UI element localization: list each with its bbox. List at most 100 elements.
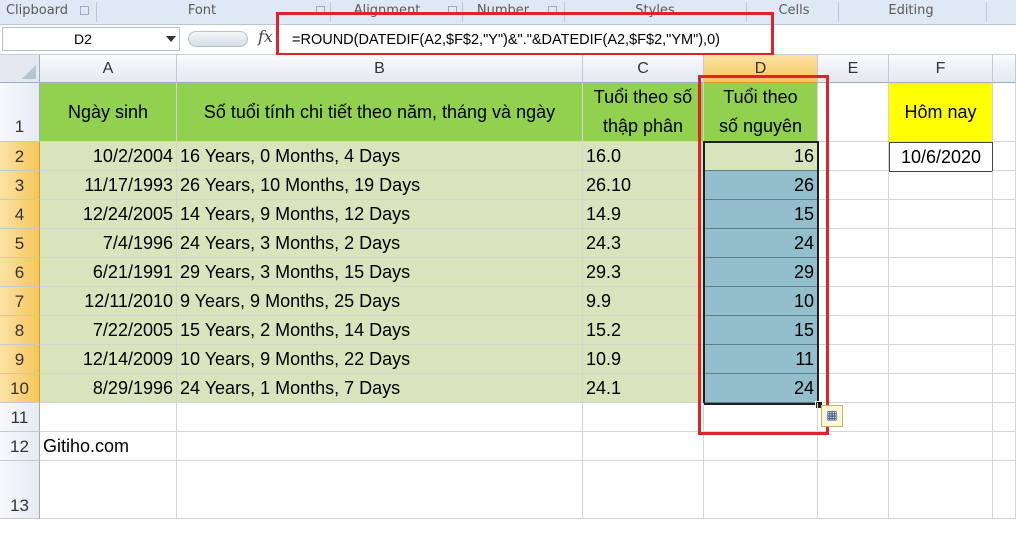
cell-a10[interactable]: 8/29/1996	[40, 374, 177, 403]
paste-options-icon[interactable]: ▦	[821, 405, 843, 427]
cell-b10[interactable]: 24 Years, 1 Months, 7 Days	[177, 374, 583, 403]
row-header-13[interactable]: 13	[0, 461, 40, 519]
cell-a8[interactable]: 7/22/2005	[40, 316, 177, 345]
cell-c9[interactable]: 10.9	[583, 345, 704, 374]
empty-cell[interactable]	[818, 432, 889, 461]
empty-cell[interactable]	[993, 229, 1016, 258]
header-cell-birthdate[interactable]: Ngày sinh	[40, 83, 177, 142]
cell-a4[interactable]: 12/24/2005	[40, 200, 177, 229]
cell-a5[interactable]: 7/4/1996	[40, 229, 177, 258]
row-header-9[interactable]: 9	[0, 345, 40, 374]
empty-cell[interactable]	[889, 432, 993, 461]
cell-b7[interactable]: 9 Years, 9 Months, 25 Days	[177, 287, 583, 316]
cell-a3[interactable]: 11/17/1993	[40, 171, 177, 200]
column-header-a[interactable]: A	[40, 55, 177, 83]
formula-bar-controls: fx	[184, 27, 280, 51]
cell-b6[interactable]: 29 Years, 3 Months, 15 Days	[177, 258, 583, 287]
empty-cell[interactable]	[993, 200, 1016, 229]
header-cell-decimal-age[interactable]: Tuổi theo số thập phân	[583, 83, 704, 142]
header-cell-today[interactable]: Hôm nay	[889, 83, 993, 142]
column-header-f[interactable]: F	[889, 55, 993, 83]
empty-cell[interactable]	[583, 461, 704, 519]
empty-cell[interactable]	[993, 374, 1016, 403]
empty-cell[interactable]	[177, 461, 583, 519]
row-header-4[interactable]: 4	[0, 200, 40, 229]
empty-cell[interactable]	[818, 461, 889, 519]
empty-cell[interactable]	[40, 461, 177, 519]
empty-cell[interactable]	[889, 345, 993, 374]
cell-b9[interactable]: 10 Years, 9 Months, 22 Days	[177, 345, 583, 374]
formula-bar-resize-handle[interactable]	[188, 31, 248, 47]
worksheet-grid[interactable]: A B C D E F 1 2 3 4 5 6 7 8 9 10 11 12 1…	[0, 55, 1016, 519]
empty-cell[interactable]	[993, 171, 1016, 200]
cell-b5[interactable]: 24 Years, 3 Months, 2 Days	[177, 229, 583, 258]
cell-a7[interactable]: 12/11/2010	[40, 287, 177, 316]
cell-c3[interactable]: 26.10	[583, 171, 704, 200]
empty-cell[interactable]	[704, 461, 818, 519]
empty-cell[interactable]	[889, 229, 993, 258]
empty-cell[interactable]	[993, 142, 1016, 171]
empty-cell[interactable]	[993, 403, 1016, 432]
cell-c10[interactable]: 24.1	[583, 374, 704, 403]
ribbon-divider	[986, 2, 987, 22]
name-box-value: D2	[74, 31, 92, 47]
column-header-g[interactable]	[993, 55, 1016, 83]
row-header-7[interactable]: 7	[0, 287, 40, 316]
cell-a2[interactable]: 10/2/2004	[40, 142, 177, 171]
name-box[interactable]: D2	[2, 27, 180, 51]
cell-a9[interactable]: 12/14/2009	[40, 345, 177, 374]
column-header-b[interactable]: B	[177, 55, 583, 83]
row-header-12[interactable]: 12	[0, 432, 40, 461]
empty-cell[interactable]	[889, 374, 993, 403]
row-header-11[interactable]: 11	[0, 403, 40, 432]
empty-cell[interactable]	[889, 461, 993, 519]
today-date-cell[interactable]: 10/6/2020	[889, 142, 993, 172]
cell-c5[interactable]: 24.3	[583, 229, 704, 258]
row-header-3[interactable]: 3	[0, 171, 40, 200]
cell-b2[interactable]: 16 Years, 0 Months, 4 Days	[177, 142, 583, 171]
empty-cell[interactable]	[40, 403, 177, 432]
select-all-corner[interactable]	[0, 55, 40, 83]
empty-cell[interactable]	[993, 461, 1016, 519]
column-d-highlight-box	[698, 75, 829, 435]
row-header-10[interactable]: 10	[0, 374, 40, 403]
cell-b4[interactable]: 14 Years, 9 Months, 12 Days	[177, 200, 583, 229]
empty-cell[interactable]	[889, 287, 993, 316]
name-box-dropdown-icon[interactable]	[166, 36, 176, 42]
column-header-c[interactable]: C	[583, 55, 704, 83]
row-header-6[interactable]: 6	[0, 258, 40, 287]
cell-g1[interactable]	[993, 83, 1016, 142]
empty-cell[interactable]	[177, 432, 583, 461]
insert-function-icon[interactable]: fx	[258, 27, 273, 46]
empty-cell[interactable]	[889, 200, 993, 229]
cell-a6[interactable]: 6/21/1991	[40, 258, 177, 287]
cell-b3[interactable]: 26 Years, 10 Months, 19 Days	[177, 171, 583, 200]
empty-cell[interactable]	[993, 316, 1016, 345]
header-cell-detailed-age[interactable]: Số tuổi tính chi tiết theo năm, tháng và…	[177, 83, 583, 142]
select-all-triangle-icon	[22, 65, 36, 79]
empty-cell[interactable]	[583, 432, 704, 461]
empty-cell[interactable]	[177, 403, 583, 432]
row-header-5[interactable]: 5	[0, 229, 40, 258]
cell-b8[interactable]: 15 Years, 2 Months, 14 Days	[177, 316, 583, 345]
clipboard-launcher-icon[interactable]	[80, 6, 89, 15]
cell-c8[interactable]: 15.2	[583, 316, 704, 345]
footer-text-cell[interactable]: Gitiho.com	[40, 432, 177, 461]
row-header-1[interactable]: 1	[0, 83, 40, 142]
row-header-2[interactable]: 2	[0, 142, 40, 171]
empty-cell[interactable]	[993, 258, 1016, 287]
empty-cell[interactable]	[993, 432, 1016, 461]
empty-cell[interactable]	[889, 171, 993, 200]
empty-cell[interactable]	[889, 258, 993, 287]
empty-cell[interactable]	[993, 287, 1016, 316]
empty-cell[interactable]	[889, 403, 993, 432]
empty-cell[interactable]	[583, 403, 704, 432]
empty-cell[interactable]	[704, 432, 818, 461]
cell-c7[interactable]: 9.9	[583, 287, 704, 316]
cell-c4[interactable]: 14.9	[583, 200, 704, 229]
cell-c2[interactable]: 16.0	[583, 142, 704, 171]
cell-c6[interactable]: 29.3	[583, 258, 704, 287]
empty-cell[interactable]	[993, 345, 1016, 374]
empty-cell[interactable]	[889, 316, 993, 345]
row-header-8[interactable]: 8	[0, 316, 40, 345]
